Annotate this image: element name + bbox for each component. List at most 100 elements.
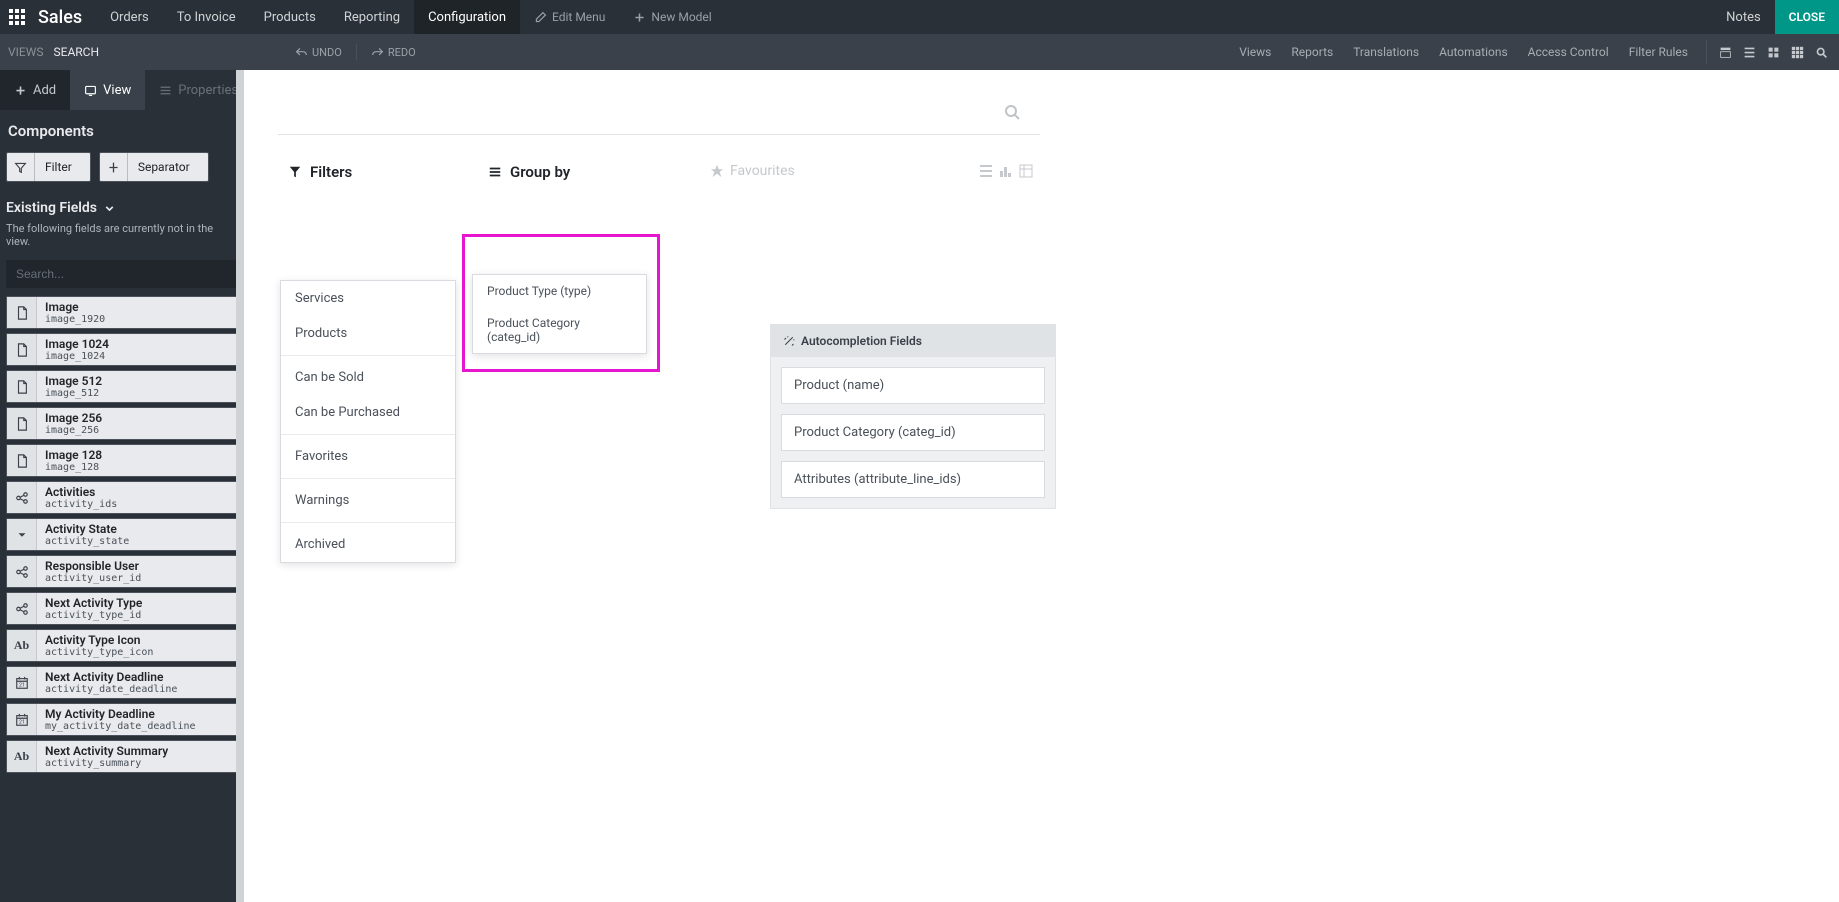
separator-component-button[interactable]: Separator [99,152,209,182]
field-tech-name: activity_type_id [45,610,229,621]
field-card-activity_state[interactable]: Activity Stateactivity_state [6,518,238,551]
field-card-activity_summary[interactable]: AbNext Activity Summaryactivity_summary [6,740,238,773]
field-type-icon [7,297,37,328]
existing-fields-toggle[interactable]: Existing Fields [0,192,244,220]
undo-button[interactable]: UNDO [287,46,350,59]
sidebar-resize-handle[interactable] [236,70,244,902]
svg-text:21: 21 [19,719,25,725]
field-type-icon [7,519,37,550]
kanban-view-icon[interactable] [1761,40,1785,64]
filter-option-products[interactable]: Products [281,316,455,351]
list-view-icon[interactable] [1737,40,1761,64]
rlink-reports[interactable]: Reports [1281,45,1343,59]
field-tech-name: activity_summary [45,758,229,769]
field-card-activity_ids[interactable]: Activitiesactivity_ids [6,481,238,514]
edit-tools: Edit Menu New Model [520,0,726,34]
close-button[interactable]: CLOSE [1775,0,1839,34]
separator-component-label: Separator [128,160,208,174]
grid-view-icon[interactable] [1785,40,1809,64]
redo-button[interactable]: REDO [363,46,424,59]
crumb-views[interactable]: VIEWS [8,45,44,59]
list-result-icon[interactable] [978,163,994,179]
field-tech-name: activity_type_icon [45,647,229,658]
components-row: Filter Separator [0,148,244,192]
rlink-translations[interactable]: Translations [1343,45,1429,59]
filters-dropdown: ServicesProducts Can be SoldCan be Purcha… [280,280,456,563]
filter-option-archived[interactable]: Archived [281,527,455,562]
filter-component-button[interactable]: Filter [6,152,91,182]
autocompletion-field[interactable]: Product (name) [781,367,1045,404]
search-view-icon[interactable] [1809,40,1833,64]
crumb-search[interactable]: SEARCH [54,45,100,59]
groupby-option[interactable]: Product Type (type) [473,275,646,307]
rlink-access-control[interactable]: Access Control [1518,45,1619,59]
field-card-activity_type_icon[interactable]: AbActivity Type Iconactivity_type_icon [6,629,238,662]
field-label: Image 128 [45,448,229,462]
autocompletion-field[interactable]: Attributes (attribute_line_ids) [781,461,1045,498]
filters-separator [281,522,455,523]
field-type-icon [7,482,37,513]
tab-add[interactable]: Add [0,70,70,110]
field-card-activity_type_id[interactable]: Next Activity Typeactivity_type_id [6,592,238,625]
groupby-option[interactable]: Product Category (categ_id) [473,307,646,353]
tab-view[interactable]: View [70,70,145,110]
form-view-icon[interactable] [1713,40,1737,64]
groupby-header[interactable]: Group by [478,155,670,189]
redo-label: REDO [388,46,416,59]
filter-option-can-be-purchased[interactable]: Can be Purchased [281,395,455,430]
funnel-icon [288,165,302,179]
chart-result-icon[interactable] [998,163,1014,179]
field-tech-name: activity_state [45,536,229,547]
field-card-image_1024[interactable]: Image 1024image_1024 [6,333,238,366]
field-tech-name: image_256 [45,425,229,436]
filter-option-services[interactable]: Services [281,281,455,316]
svg-text:21: 21 [19,682,25,688]
edit-menu-label: Edit Menu [552,10,605,24]
filters-header[interactable]: Filters [278,155,478,189]
filter-option-warnings[interactable]: Warnings [281,483,455,518]
notes-button[interactable]: Notes [1712,10,1775,25]
field-label: Image 256 [45,411,229,425]
apps-icon[interactable] [0,0,34,34]
field-card-activity_date_deadline[interactable]: 21Next Activity Deadlineactivity_date_de… [6,666,238,699]
groupby-title: Group by [510,163,570,181]
groupby-icon [488,165,502,179]
field-type-icon [7,371,37,402]
field-label: Next Activity Summary [45,744,229,758]
pivot-result-icon[interactable] [1018,163,1034,179]
favourites-header[interactable]: Favourites [710,155,795,179]
menu-to-invoice[interactable]: To Invoice [163,0,250,34]
field-search-input[interactable] [6,260,238,288]
tab-properties[interactable]: Properties [145,70,244,110]
field-card-image_512[interactable]: Image 512image_512 [6,370,238,403]
menu-configuration[interactable]: Configuration [414,0,520,34]
filters-separator [281,478,455,479]
field-card-my_activity_date_deadline[interactable]: 21My Activity Deadlinemy_activity_date_d… [6,703,238,736]
filter-option-favorites[interactable]: Favorites [281,439,455,474]
field-card-image_128[interactable]: Image 128image_128 [6,444,238,477]
field-type-icon: 21 [7,667,37,698]
menu-products[interactable]: Products [250,0,330,34]
brand-title[interactable]: Sales [34,7,96,28]
existing-fields-label: Existing Fields [6,200,97,216]
groupby-dropdown: Product Type (type)Product Category (cat… [472,274,647,354]
search-bar-area[interactable] [262,90,1056,134]
field-card-activity_user_id[interactable]: Responsible Useractivity_user_id [6,555,238,588]
menu-orders[interactable]: Orders [96,0,163,34]
field-type-icon [7,556,37,587]
rlink-filter-rules[interactable]: Filter Rules [1619,45,1698,59]
edit-menu-button[interactable]: Edit Menu [520,10,619,24]
field-label: Image 1024 [45,337,229,351]
field-card-image_256[interactable]: Image 256image_256 [6,407,238,440]
filter-option-can-be-sold[interactable]: Can be Sold [281,360,455,395]
field-label: Responsible User [45,559,229,573]
field-tech-name: image_1920 [45,314,229,325]
new-model-button[interactable]: New Model [619,10,725,24]
field-card-image_1920[interactable]: Imageimage_1920 [6,296,238,329]
menu-reporting[interactable]: Reporting [330,0,414,34]
existing-fields-note: The following fields are currently not i… [0,220,244,256]
star-icon [710,164,724,178]
rlink-views[interactable]: Views [1229,45,1281,59]
autocompletion-field[interactable]: Product Category (categ_id) [781,414,1045,451]
rlink-automations[interactable]: Automations [1429,45,1518,59]
